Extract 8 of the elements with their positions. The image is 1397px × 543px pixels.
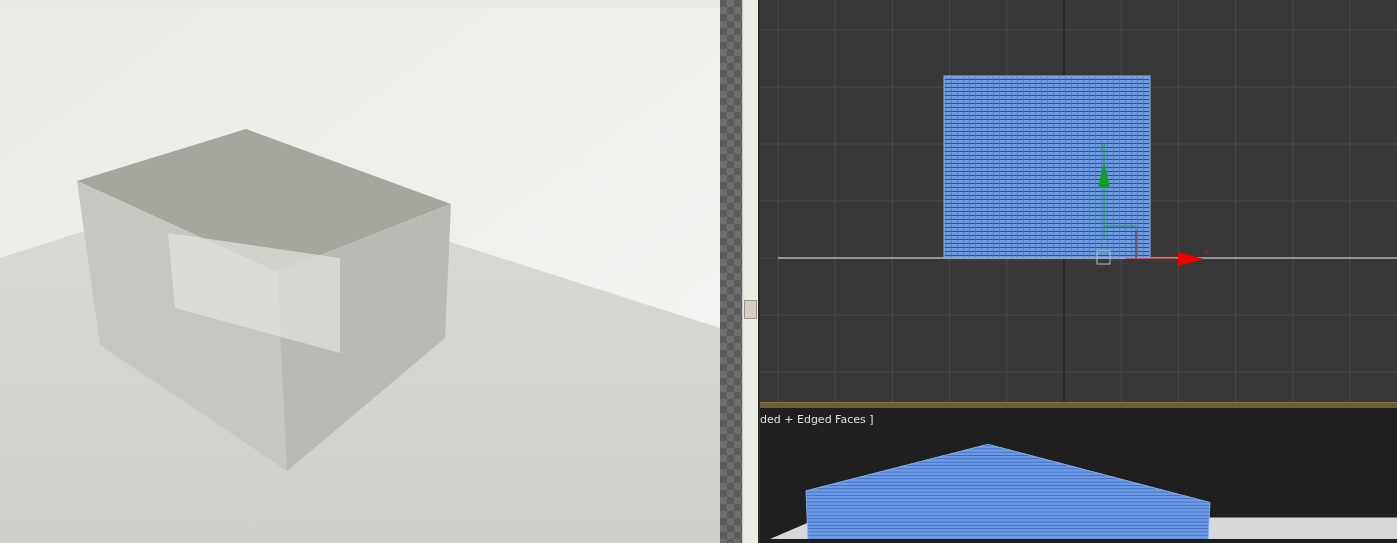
axis-label: x	[1204, 249, 1209, 257]
axis-label: y	[1101, 142, 1106, 150]
scrollbar[interactable]	[742, 0, 760, 543]
mesh-box-drawing[interactable]	[770, 443, 1397, 539]
mesh-box[interactable]	[943, 75, 1151, 259]
viewport-label[interactable]: ded + Edged Faces ]	[760, 408, 874, 426]
scrollbar-thumb[interactable]	[744, 300, 757, 319]
move-gizmo[interactable]	[1096, 149, 1204, 266]
